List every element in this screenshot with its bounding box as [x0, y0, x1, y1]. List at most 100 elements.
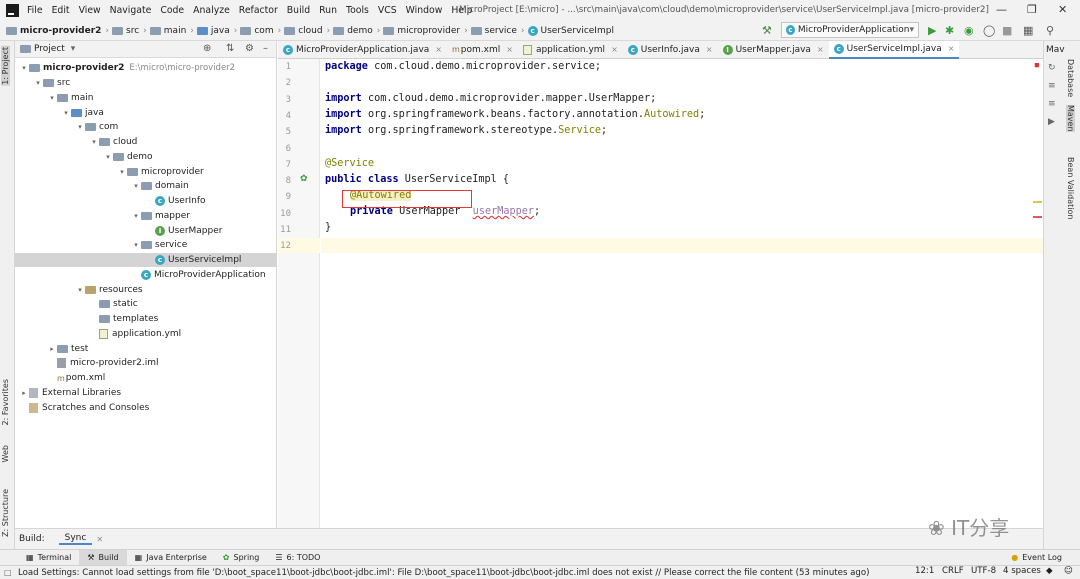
chevron-down-icon[interactable]: ▾ — [131, 241, 141, 249]
breadcrumb-cloud[interactable]: cloud — [298, 26, 322, 36]
tree-item[interactable]: ▾ src — [15, 76, 277, 91]
tree-item[interactable]: ▾ demo — [15, 150, 277, 165]
tree-item[interactable]: ▾ microprovider — [15, 164, 277, 179]
close-tab-icon[interactable]: × — [611, 45, 618, 54]
close-tab-icon[interactable]: × — [706, 45, 713, 54]
editor-tab[interactable]: c UserServiceImpl.java × — [828, 40, 960, 59]
breadcrumb-class[interactable]: UserServiceImpl — [541, 26, 614, 36]
project-structure-icon[interactable]: ▦ — [1023, 24, 1033, 37]
tree-item[interactable]: c UserInfo — [15, 194, 277, 209]
tree-item[interactable]: ▾ domain — [15, 179, 277, 194]
menu-build[interactable]: Build — [287, 5, 310, 16]
chevron-right-icon[interactable]: ▸ — [19, 389, 29, 397]
coverage-icon[interactable]: ◉ — [964, 24, 974, 37]
menu-file[interactable]: File — [27, 5, 43, 16]
chevron-down-icon[interactable]: ▾ — [103, 153, 113, 161]
terminal-tab[interactable]: ▦ Terminal — [18, 553, 79, 562]
tree-item[interactable]: ▾ com — [15, 120, 277, 135]
status-toggle-icon[interactable]: □ — [4, 568, 12, 577]
chevron-right-icon[interactable]: ▸ — [47, 345, 57, 353]
expand-icon[interactable]: ≡ — [1048, 81, 1056, 91]
editor-tab[interactable]: c MicroProviderApplication.java × — [278, 41, 447, 59]
build-tab[interactable]: ⚒ Build — [79, 549, 127, 566]
tree-item[interactable]: c MicroProviderApplication — [15, 268, 277, 283]
close-tab-icon[interactable]: × — [817, 45, 824, 54]
search-everywhere-icon[interactable]: ⚲ — [1046, 24, 1054, 37]
chevron-down-icon[interactable]: ▾ — [131, 182, 141, 190]
close-tab-icon[interactable]: × — [506, 45, 513, 54]
close-icon[interactable]: ✕ — [96, 535, 103, 544]
sync-tab[interactable]: Sync — [58, 533, 93, 545]
tree-item[interactable]: I UserMapper — [15, 223, 277, 238]
breadcrumb-project[interactable]: micro-provider2 — [20, 26, 101, 36]
tree-item[interactable]: ▾ main — [15, 91, 277, 106]
project-panel-title[interactable]: Project — [34, 44, 65, 54]
chevron-down-icon[interactable]: ▾ — [71, 44, 76, 54]
breadcrumb-main[interactable]: main — [164, 26, 187, 36]
tree-item[interactable]: ▾ service — [15, 238, 277, 253]
chevron-down-icon[interactable]: ▾ — [117, 168, 127, 176]
chevron-down-icon[interactable]: ▾ — [61, 109, 71, 117]
menu-view[interactable]: View — [79, 5, 101, 16]
collapse-all-icon[interactable]: ≡ — [1048, 99, 1056, 109]
status-message[interactable]: Load Settings: Cannot load settings from… — [18, 568, 870, 578]
favorites-tool-tab[interactable]: 2: Favorites — [1, 379, 10, 425]
execute-icon[interactable]: ▶ — [1048, 117, 1055, 127]
minimize-icon[interactable]: — — [996, 3, 1007, 16]
breadcrumb-service[interactable]: service — [485, 26, 517, 36]
project-tool-tab[interactable]: 1: Project — [1, 46, 10, 86]
tree-item[interactable]: ▸ test — [15, 341, 277, 356]
tree-item[interactable]: ▾ java — [15, 105, 277, 120]
java-enterprise-tab[interactable]: ▦ Java Enterprise — [127, 553, 215, 562]
breadcrumb-src[interactable]: src — [126, 26, 139, 36]
menu-edit[interactable]: Edit — [52, 5, 70, 16]
todo-tab[interactable]: ☰ 6: TODO — [267, 553, 328, 562]
hammer-icon[interactable]: ⚒ — [762, 24, 772, 37]
code-editor[interactable]: package com.cloud.demo.microprovider.ser… — [321, 59, 1043, 529]
menu-navigate[interactable]: Navigate — [110, 5, 152, 16]
breadcrumb-java[interactable]: java — [211, 26, 230, 36]
chevron-down-icon[interactable]: ▾ — [47, 94, 57, 102]
menu-tools[interactable]: Tools — [346, 5, 369, 16]
menu-refactor[interactable]: Refactor — [239, 5, 278, 16]
tree-item[interactable]: Scratches and Consoles — [15, 400, 277, 415]
tree-item[interactable]: ▾ resources — [15, 282, 277, 297]
chevron-down-icon[interactable]: ▾ — [19, 64, 29, 72]
chevron-down-icon[interactable]: ▾ — [75, 286, 85, 294]
menu-code[interactable]: Code — [160, 5, 184, 16]
indent-setting[interactable]: 4 spaces — [1003, 566, 1041, 576]
stop-icon[interactable]: ■ — [1002, 24, 1012, 37]
run-configuration-select[interactable]: c MicroProviderApplication ▾ — [781, 22, 919, 38]
editor-tab[interactable]: application.yml × — [518, 41, 623, 59]
editor-tab[interactable]: I UserMapper.java × — [718, 41, 829, 59]
close-tab-icon[interactable]: × — [435, 45, 442, 54]
tree-item[interactable]: ▾ cloud — [15, 135, 277, 150]
event-log-tab[interactable]: ● Event Log — [1003, 553, 1070, 562]
tree-item[interactable]: ▾ micro-provider2 E:\micro\micro-provider2 — [15, 61, 277, 76]
inspector-icon[interactable]: ☺ — [1064, 566, 1073, 576]
debug-icon[interactable]: ✱ — [945, 24, 954, 37]
run-icon[interactable]: ▶ — [928, 24, 936, 37]
locate-icon[interactable]: ⊕ — [203, 43, 211, 54]
chevron-down-icon[interactable]: ▾ — [131, 212, 141, 220]
warning-stripe-mark[interactable] — [1033, 201, 1042, 203]
tree-item[interactable]: ▾ mapper — [15, 209, 277, 224]
menu-window[interactable]: Window — [406, 5, 443, 16]
tree-item[interactable]: ▸ External Libraries — [15, 386, 277, 401]
breadcrumb-com[interactable]: com — [254, 26, 273, 36]
database-tool-tab[interactable]: Database — [1066, 59, 1075, 97]
profile-icon[interactable]: ◯ — [983, 24, 995, 37]
hide-icon[interactable]: – — [263, 43, 268, 54]
tree-item[interactable]: static — [15, 297, 277, 312]
tree-item[interactable]: application.yml — [15, 327, 277, 342]
gear-icon[interactable]: ⚙ — [245, 43, 254, 54]
web-tool-tab[interactable]: Web — [1, 445, 10, 462]
close-tab-icon[interactable]: × — [948, 44, 955, 53]
spring-bean-gutter-icon[interactable]: ✿ — [300, 174, 308, 184]
lock-icon[interactable]: ◆ — [1046, 566, 1053, 576]
collapse-icon[interactable]: ⇅ — [226, 43, 234, 54]
bean-validation-tool-tab[interactable]: Bean Validation — [1066, 157, 1075, 219]
error-stripe-mark[interactable] — [1033, 216, 1042, 218]
editor-tab[interactable]: m pom.xml × — [447, 41, 518, 59]
structure-tool-tab[interactable]: Z: Structure — [1, 489, 10, 537]
